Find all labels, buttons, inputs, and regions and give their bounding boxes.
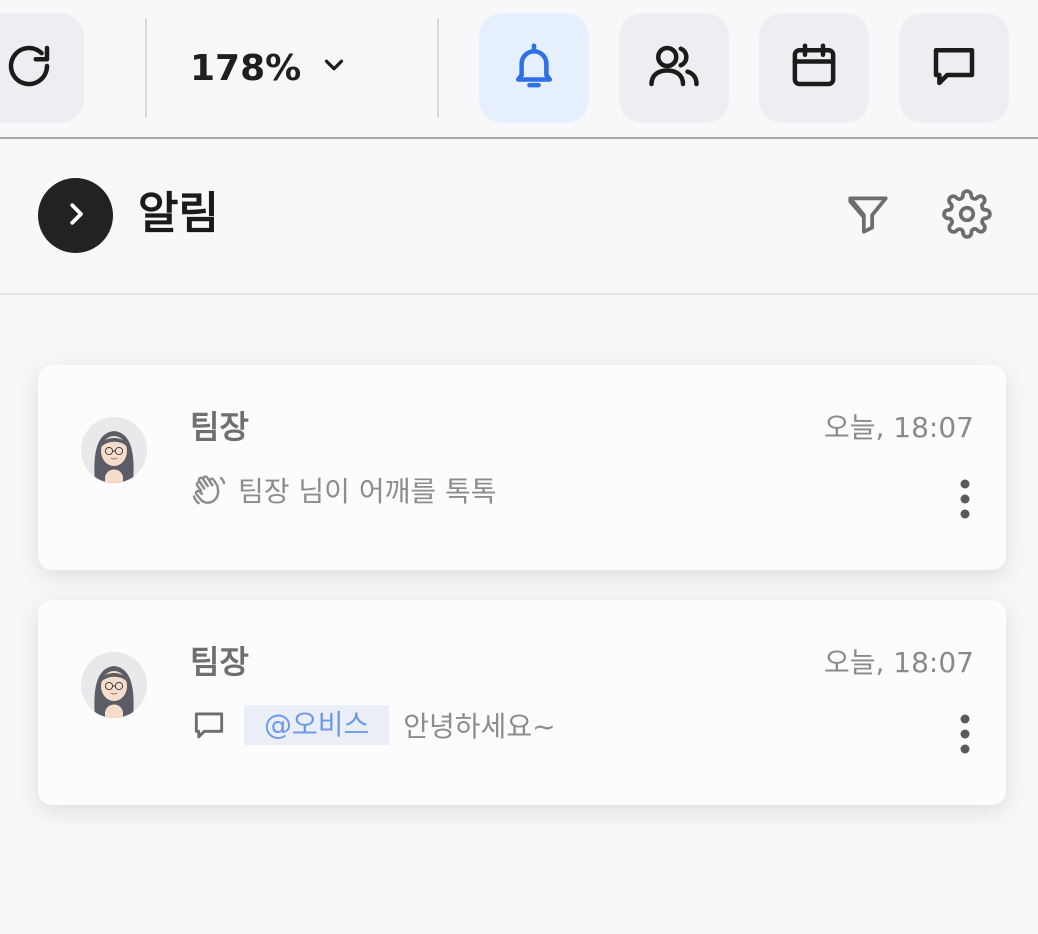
- refresh-button[interactable]: [0, 13, 84, 123]
- notification-sender: 팀장: [190, 643, 249, 681]
- calendar-button[interactable]: [759, 13, 869, 123]
- wave-hand-icon: [190, 471, 228, 509]
- message-icon: [927, 39, 981, 97]
- more-vertical-icon: [959, 713, 971, 759]
- notification-time: 오늘, 18:07: [823, 646, 974, 679]
- avatar: [81, 417, 147, 483]
- chevron-down-icon: [319, 48, 349, 89]
- members-button[interactable]: [619, 13, 729, 123]
- top-toolbar: 178%: [0, 0, 1038, 139]
- notification-time: 오늘, 18:07: [823, 411, 974, 444]
- users-icon: [647, 39, 701, 97]
- zoom-dropdown[interactable]: 178%: [190, 40, 349, 96]
- refresh-icon: [2, 39, 56, 97]
- collapse-panel-button[interactable]: [38, 178, 113, 253]
- settings-button[interactable]: [940, 189, 994, 243]
- mention-tag[interactable]: @오비스: [244, 705, 390, 745]
- zoom-value: 178%: [190, 47, 302, 89]
- notifications-header: 알림: [0, 139, 1038, 295]
- notifications-button[interactable]: [479, 13, 589, 123]
- page-title: 알림: [138, 188, 219, 239]
- avatar: [81, 652, 147, 718]
- chevron-right-icon: [61, 199, 91, 233]
- message-text: 팀장 님이 어깨를 톡톡: [238, 475, 497, 508]
- notification-message: @오비스 안녕하세요~: [190, 703, 556, 747]
- comment-icon: [190, 706, 228, 744]
- message-text: 안녕하세요~: [403, 710, 556, 743]
- notification-message: 팀장 님이 어깨를 톡톡: [190, 468, 497, 512]
- bell-icon: [507, 39, 561, 97]
- filter-icon: [843, 189, 893, 243]
- filter-button[interactable]: [841, 189, 895, 243]
- notification-card[interactable]: 팀장 오늘, 18:07 @오비스 안녕하세요~: [38, 600, 1006, 805]
- toolbar-divider: [437, 18, 439, 118]
- notification-sender: 팀장: [190, 408, 249, 446]
- toolbar-divider: [145, 18, 147, 118]
- more-options-button[interactable]: [950, 478, 980, 524]
- messages-button[interactable]: [899, 13, 1009, 123]
- gear-icon: [942, 189, 992, 243]
- more-vertical-icon: [959, 478, 971, 524]
- calendar-icon: [787, 39, 841, 97]
- notification-card[interactable]: 팀장 오늘, 18:07 팀장 님이 어깨를 톡톡: [38, 365, 1006, 570]
- more-options-button[interactable]: [950, 713, 980, 759]
